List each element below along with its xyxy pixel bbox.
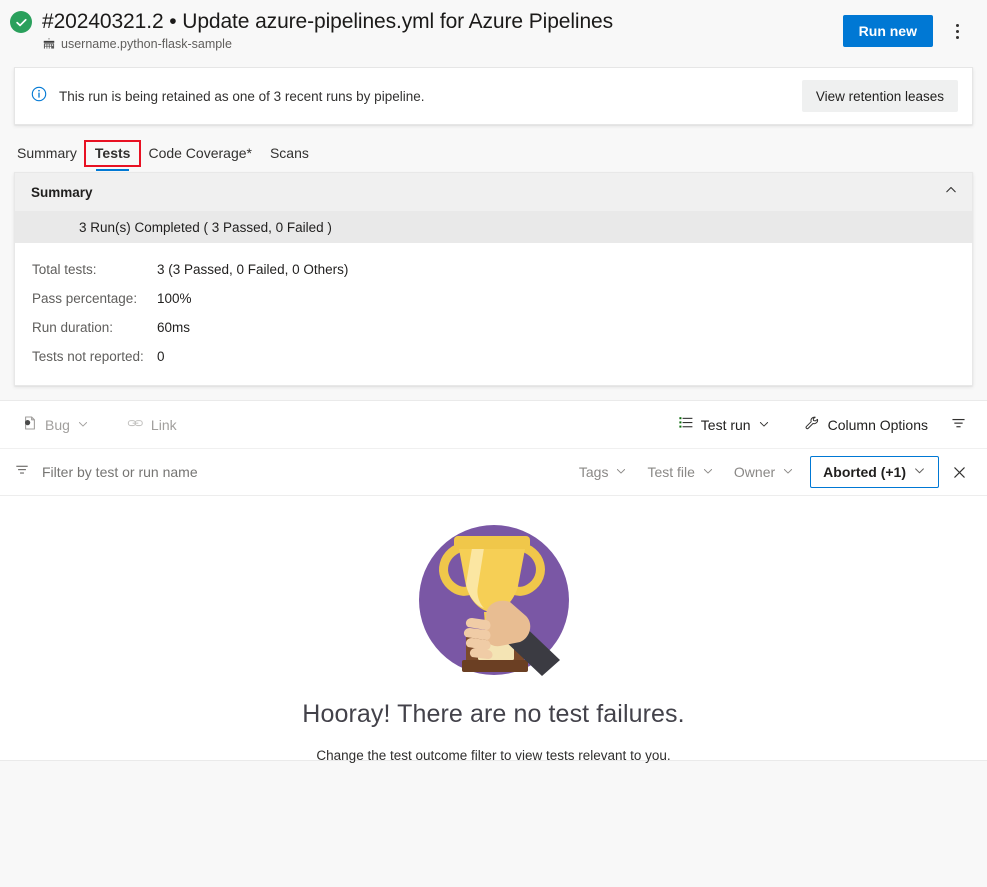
search-input[interactable]	[40, 463, 370, 481]
test-run-grouping-button[interactable]: Test run	[668, 409, 780, 441]
search-field-wrap	[14, 462, 569, 483]
empty-state: Hooray! There are no test failures. Chan…	[0, 496, 987, 763]
chevron-down-icon	[758, 417, 770, 433]
header-actions: Run new	[842, 15, 971, 47]
summary-header[interactable]: Summary	[15, 173, 972, 211]
test-file-dropdown[interactable]: Test file	[637, 456, 723, 488]
summary-title: Summary	[31, 184, 93, 200]
tab-summary[interactable]: Summary	[8, 145, 86, 171]
bug-label: Bug	[45, 416, 70, 433]
stat-row: Total tests: 3 (3 Passed, 0 Failed, 0 Ot…	[15, 255, 972, 284]
repository-row[interactable]: username.python-flask-sample	[42, 37, 613, 51]
owner-dropdown[interactable]: Owner	[724, 456, 804, 488]
filter-icon	[950, 415, 967, 435]
stat-value: 0	[157, 349, 165, 364]
close-icon[interactable]	[943, 456, 975, 488]
repository-icon	[42, 37, 56, 51]
retention-banner-wrap: This run is being retained as one of 3 r…	[0, 67, 987, 125]
summary-card: Summary 3 Run(s) Completed ( 3 Passed, 0…	[14, 172, 973, 386]
page-header: #20240321.2 • Update azure-pipelines.yml…	[0, 0, 987, 67]
info-icon	[31, 86, 47, 107]
chevron-down-icon	[913, 464, 926, 480]
run-title-row: #20240321.2 • Update azure-pipelines.yml…	[10, 10, 613, 34]
stat-label: Tests not reported:	[32, 349, 144, 364]
more-actions-icon[interactable]	[943, 17, 971, 45]
repository-name: username.python-flask-sample	[61, 37, 232, 51]
page-title: #20240321.2 • Update azure-pipelines.yml…	[42, 10, 614, 33]
stat-row: Run duration: 60ms	[15, 313, 972, 342]
test-results-panel: Bug Link Test run Column Options Filter …	[0, 400, 987, 763]
tags-dropdown-label: Tags	[578, 464, 609, 480]
test-file-dropdown-label: Test file	[647, 464, 695, 480]
column-options-button[interactable]: Column Options	[794, 409, 938, 441]
header-left: #20240321.2 • Update azure-pipelines.yml…	[10, 10, 613, 51]
filter-icon	[14, 462, 30, 483]
outcome-dropdown[interactable]: Aborted (+1)	[810, 456, 939, 488]
tab-tests-label: Tests	[94, 145, 131, 161]
stat-row: Pass percentage: 100%	[15, 284, 972, 313]
stat-label: Total tests:	[32, 262, 97, 277]
success-check-icon	[10, 11, 32, 33]
chevron-down-icon	[782, 464, 794, 480]
chevron-down-icon	[615, 464, 627, 480]
stat-value: 60ms	[157, 320, 191, 335]
test-results-page: #20240321.2 • Update azure-pipelines.yml…	[0, 0, 987, 887]
run-new-button[interactable]: Run new	[842, 15, 933, 47]
owner-dropdown-label: Owner	[733, 464, 776, 480]
tab-code-coverage[interactable]: Code Coverage*	[139, 145, 261, 171]
toggle-filter-button[interactable]	[944, 409, 973, 441]
summary-run-line: 3 Run(s) Completed ( 3 Passed, 0 Failed …	[15, 211, 972, 243]
chevron-down-icon	[77, 417, 89, 433]
stat-label: Run duration:	[32, 320, 114, 335]
tab-scans-label: Scans	[269, 145, 309, 161]
command-bar: Bug Link Test run Column Options	[0, 401, 987, 449]
list-icon	[678, 415, 694, 434]
stat-value: 100%	[157, 291, 192, 306]
tab-code-coverage-label: Code Coverage*	[148, 145, 252, 161]
wrench-icon	[804, 415, 821, 435]
tab-bar: Summary Tests Code Coverage* Scans	[0, 125, 987, 172]
empty-state-subtitle: Change the test outcome filter to view t…	[316, 748, 671, 763]
link-button[interactable]: Link	[117, 409, 187, 441]
summary-stats: Total tests: 3 (3 Passed, 0 Failed, 0 Ot…	[15, 243, 972, 385]
tab-scans[interactable]: Scans	[261, 145, 318, 171]
chevron-up-icon[interactable]	[944, 183, 958, 202]
empty-state-title: Hooray! There are no test failures.	[302, 700, 685, 728]
retention-banner: This run is being retained as one of 3 r…	[14, 67, 973, 125]
filter-bar: Tags Test file Owner	[0, 449, 987, 496]
tags-dropdown[interactable]: Tags	[569, 456, 638, 488]
stat-label: Pass percentage:	[32, 291, 138, 306]
column-options-label: Column Options	[827, 416, 928, 433]
outcome-dropdown-label: Aborted (+1)	[823, 464, 906, 480]
trophy-in-hand-illustration	[414, 520, 574, 680]
view-retention-leases-button[interactable]: View retention leases	[801, 80, 958, 112]
stat-row: Tests not reported: 0	[15, 342, 972, 371]
retention-banner-message: This run is being retained as one of 3 r…	[59, 88, 425, 104]
tab-summary-label: Summary	[17, 145, 77, 161]
bug-icon	[22, 415, 38, 434]
stat-value: 3 (3 Passed, 0 Failed, 0 Others)	[157, 262, 349, 277]
tab-tests[interactable]: Tests	[83, 140, 142, 171]
bug-button[interactable]: Bug	[12, 409, 99, 441]
test-run-label: Test run	[700, 416, 751, 433]
link-icon	[127, 415, 144, 435]
chevron-down-icon	[702, 464, 714, 480]
link-label: Link	[150, 416, 177, 433]
